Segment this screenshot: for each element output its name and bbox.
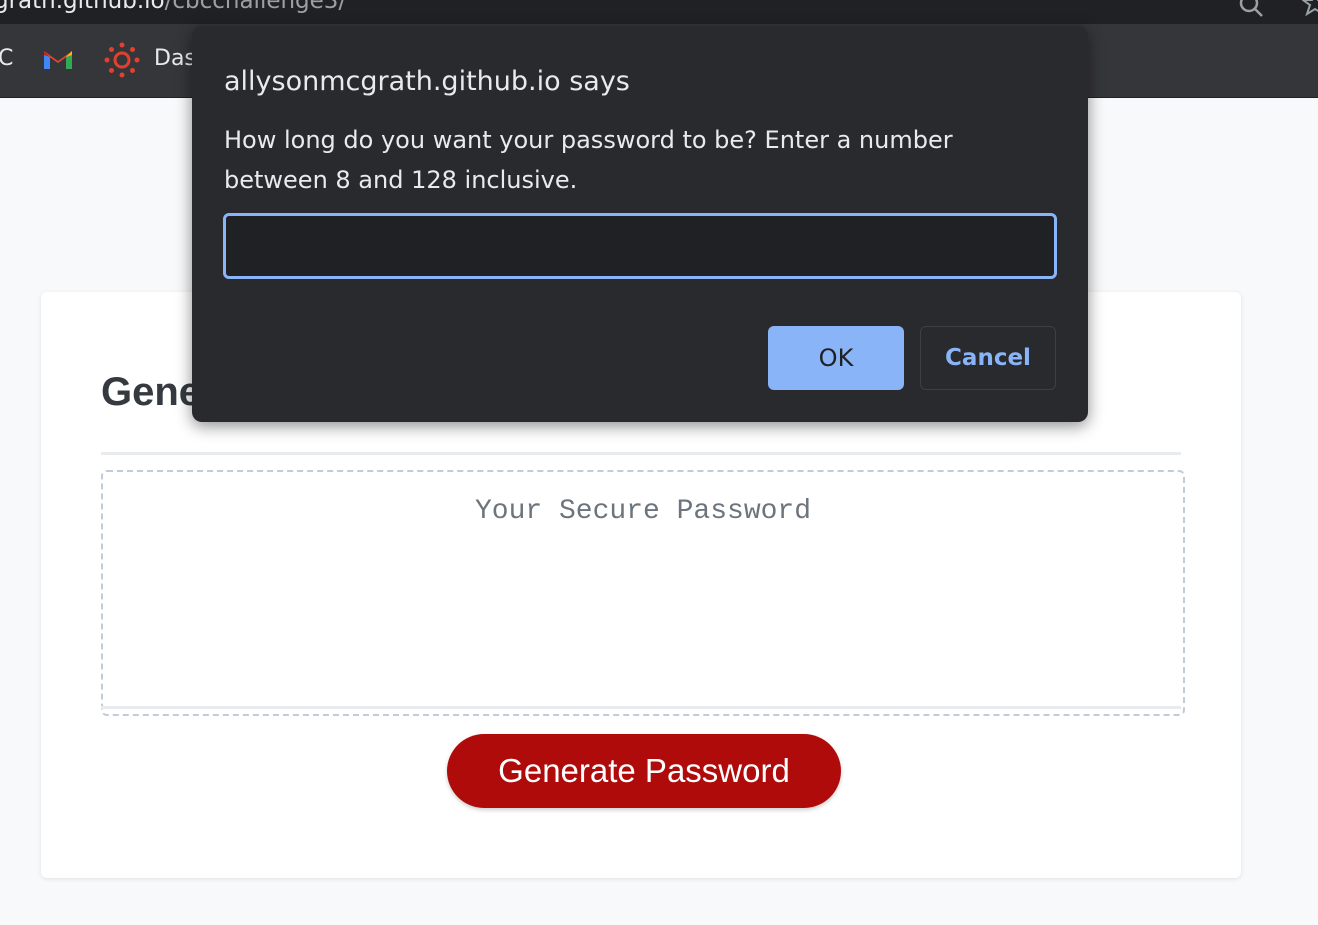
bookmark-partial-label[interactable]: C (0, 46, 13, 71)
bookmark-star-icon[interactable] (1302, 0, 1318, 16)
search-icon[interactable] (1238, 0, 1264, 18)
dialog-message: How long do you want your password to be… (224, 126, 953, 194)
url-text[interactable]: grath.github.io/cbcchallenge3/ (0, 0, 346, 14)
url-host: grath.github.io (0, 0, 165, 14)
bookmark-label-dashboard[interactable]: Das (154, 46, 196, 71)
url-path: /cbcchallenge3/ (164, 0, 347, 14)
page-title: Gene (101, 370, 202, 414)
prompt-dialog: allysonmcgrath.github.io says How long d… (192, 26, 1088, 422)
ok-button[interactable]: OK (768, 326, 904, 390)
generate-password-button[interactable]: Generate Password (447, 734, 841, 808)
dialog-title: allysonmcgrath.github.io says (224, 66, 630, 97)
gmail-icon[interactable] (42, 47, 74, 71)
address-bar[interactable]: grath.github.io/cbcchallenge3/ (0, 0, 1318, 24)
password-length-input[interactable] (223, 213, 1057, 279)
divider (101, 706, 1181, 709)
password-output[interactable] (101, 470, 1185, 716)
canvas-icon[interactable] (104, 42, 140, 78)
cancel-button[interactable]: Cancel (920, 326, 1056, 390)
divider (101, 452, 1181, 455)
